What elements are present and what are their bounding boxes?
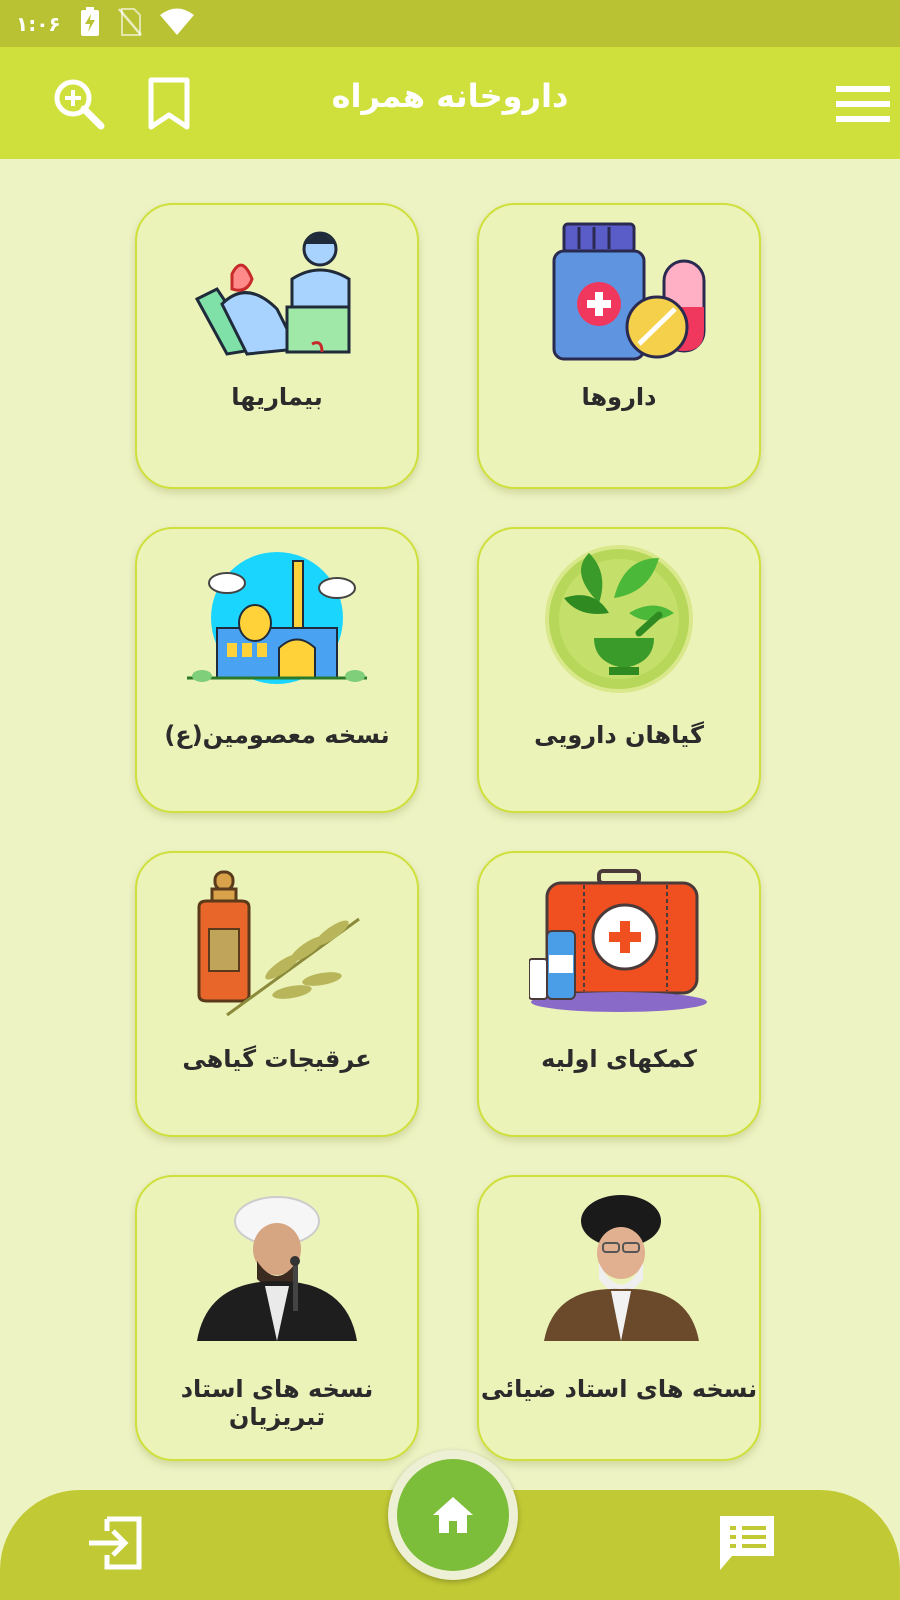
battery-charging-icon: [79, 6, 101, 41]
wifi-icon: [159, 8, 195, 40]
card-label: بیماریها: [231, 383, 323, 411]
card-label: کمکهای اولیه: [541, 1045, 697, 1073]
medicine-bottle-pills-icon: [552, 222, 706, 361]
cleric-portrait: [544, 1195, 699, 1341]
card-medicines[interactable]: داروها: [477, 203, 761, 489]
menu-icon[interactable]: [828, 69, 898, 139]
card-label: داروها: [581, 383, 657, 411]
home-inner: [397, 1459, 509, 1571]
card-masoumin-prescriptions[interactable]: نسخه معصومین(ع): [135, 527, 419, 813]
no-sim-icon: [117, 7, 143, 41]
bookmark-icon[interactable]: [134, 69, 204, 139]
card-label: نسخه های استاد ضیائی: [480, 1375, 758, 1403]
status-time: ۱:۰۶: [16, 11, 61, 36]
card-diseases[interactable]: بیماریها: [135, 203, 419, 489]
cleric-portrait: [197, 1196, 357, 1341]
shrine-icon: [187, 552, 367, 684]
card-label: نسخه معصومین(ع): [164, 721, 390, 749]
zoom-in-search-icon[interactable]: [44, 69, 114, 139]
home-button[interactable]: [388, 1450, 518, 1580]
app-title: داروخانه همراه: [331, 77, 569, 115]
card-ostad-tabrizian[interactable]: نسخه های استاد تبریزیان: [135, 1175, 419, 1461]
card-label: نسخه های استاد تبریزیان: [180, 1375, 374, 1431]
card-label: گیاهان دارویی: [534, 721, 704, 749]
card-ostad-ziaei[interactable]: نسخه های استاد ضیائی: [477, 1175, 761, 1461]
herbal-mortar-icon: [545, 545, 693, 693]
card-medicinal-plants[interactable]: گیاهان دارویی: [477, 527, 761, 813]
card-herbal-extracts[interactable]: عرقیجات گیاهی: [135, 851, 419, 1137]
messages-icon[interactable]: [712, 1508, 782, 1578]
doctor-patient-icon: [194, 231, 351, 356]
home-icon: [433, 1497, 473, 1533]
category-grid: بیماریها داروها نسخه معصومین(ع) گیاهان د…: [135, 203, 765, 1461]
exit-icon[interactable]: [80, 1508, 150, 1578]
app-bar: داروخانه همراه: [0, 47, 900, 159]
first-aid-kit-icon: [529, 869, 707, 1012]
card-first-aid[interactable]: کمکهای اولیه: [477, 851, 761, 1137]
status-bar: ۱:۰۶: [0, 0, 900, 47]
card-label: عرقیجات گیاهی: [182, 1045, 372, 1073]
herbal-extract-bottle-icon: [197, 870, 360, 1017]
